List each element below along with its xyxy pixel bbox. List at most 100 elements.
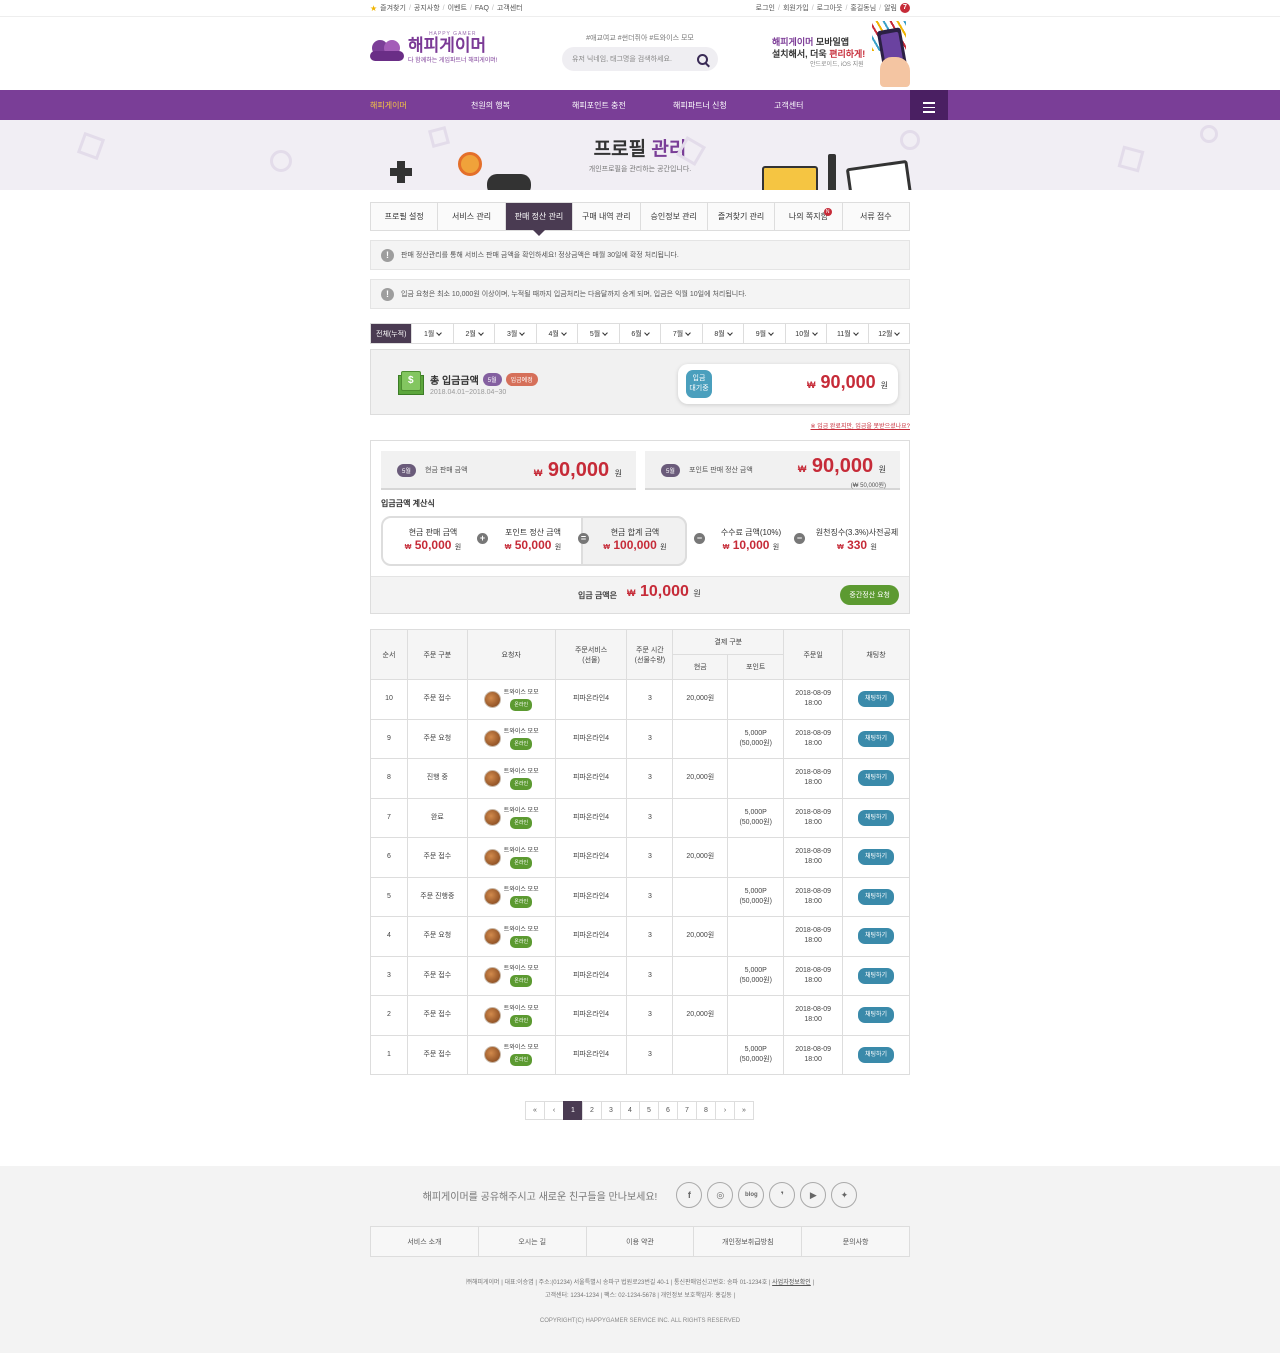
cell-requester[interactable]: 트와이스 모모 온라인 bbox=[466, 718, 556, 759]
month-8[interactable]: 8월 bbox=[703, 324, 745, 343]
month-4[interactable]: 4월 bbox=[537, 324, 579, 343]
cell-type: 진행 중 bbox=[406, 758, 468, 799]
user-name-link[interactable]: 홍길동님 bbox=[850, 3, 876, 13]
twitter-icon[interactable]: ✦ bbox=[831, 1182, 858, 1208]
month-all[interactable]: 전체(누적) bbox=[371, 324, 413, 343]
month-5[interactable]: 5월 bbox=[578, 324, 620, 343]
logo[interactable]: HAPPY GAMER 해피게이머 다 함께하는 게임파트너 해피게이머! bbox=[370, 31, 498, 64]
search-icon[interactable] bbox=[697, 53, 708, 65]
business-info-link[interactable]: 사업자정보확인 bbox=[772, 1280, 811, 1286]
youtube-icon[interactable]: ▶ bbox=[800, 1182, 827, 1208]
table-row: 10 주문 접수 트와이스 모모 온라인 피파온라인4 3 20,000원 2018-08-0… bbox=[370, 679, 910, 720]
copyright: COPYRIGHT(C) HAPPYGAMER SERVICE INC. ALL… bbox=[539, 1318, 741, 1324]
month-6[interactable]: 6월 bbox=[620, 324, 662, 343]
requester-name: 트와이스 모모 bbox=[503, 926, 539, 933]
chat-button[interactable]: 채팅하기 bbox=[857, 1046, 895, 1063]
chat-button[interactable]: 채팅하기 bbox=[857, 888, 895, 905]
prev-page-icon[interactable]: ‹ bbox=[544, 1101, 564, 1120]
alarm-link[interactable]: 알림 bbox=[884, 3, 897, 13]
chevron-down-icon bbox=[643, 329, 650, 336]
tab-purchase-history[interactable]: 구매 내역 관리 bbox=[573, 203, 641, 230]
cell-requester[interactable]: 트와이스 모모 온라인 bbox=[466, 1034, 556, 1075]
missing-deposit-link[interactable]: ※ 입금 완료지만, 입금을 못받으셨나요? bbox=[370, 421, 911, 430]
chat-button[interactable]: 채팅하기 bbox=[857, 849, 895, 866]
page-title: 프로필 관리 bbox=[593, 139, 687, 160]
last-page-icon[interactable]: » bbox=[734, 1101, 754, 1120]
interim-settlement-button[interactable]: 중간정산 요청 bbox=[840, 585, 899, 605]
cell-requester[interactable]: 트와이스 모모 온라인 bbox=[466, 995, 556, 1036]
footer-about[interactable]: 서비스 소개 bbox=[371, 1227, 479, 1256]
bookmark-link[interactable]: 즐겨찾기 bbox=[380, 3, 406, 13]
search-input[interactable]: 유저 닉네임, 태그명을 검색하세요. bbox=[562, 47, 718, 71]
chat-button[interactable]: 채팅하기 bbox=[857, 730, 895, 747]
month-12[interactable]: 12월 bbox=[869, 324, 909, 343]
month-3[interactable]: 3월 bbox=[495, 324, 537, 343]
notice-link[interactable]: 공지사항 bbox=[414, 3, 440, 13]
page-8[interactable]: 8 bbox=[696, 1101, 716, 1120]
month-1[interactable]: 1월 bbox=[412, 324, 454, 343]
page-4[interactable]: 4 bbox=[620, 1101, 640, 1120]
logout-link[interactable]: 로그아웃 bbox=[817, 3, 843, 13]
tab-my-messages[interactable]: 나의 쪽지함 N bbox=[775, 203, 843, 230]
status-pill: 입금예정 bbox=[505, 373, 538, 386]
tab-favorites[interactable]: 즐겨찾기 관리 bbox=[708, 203, 776, 230]
mobile-app-banner[interactable]: 해피게이머 모바일앱 설치해서, 더욱 편리하게! 안드로이드, iOS 지원 bbox=[770, 21, 910, 89]
chat-button[interactable]: 채팅하기 bbox=[857, 770, 895, 787]
kakao-icon[interactable]: ❜ bbox=[769, 1182, 796, 1208]
month-9[interactable]: 9월 bbox=[744, 324, 786, 343]
tab-service-manage[interactable]: 서비스 관리 bbox=[438, 203, 506, 230]
month-2[interactable]: 2월 bbox=[454, 324, 496, 343]
table-row: 5 주문 진행중 트와이스 모모 온라인 피파온라인4 3 5,000P (50,000원) 2… bbox=[370, 876, 910, 917]
page-5[interactable]: 5 bbox=[639, 1101, 659, 1120]
nav-partner-apply[interactable]: 해피파트너 신청 bbox=[673, 100, 774, 111]
chat-button[interactable]: 채팅하기 bbox=[857, 809, 895, 826]
cell-requester[interactable]: 트와이스 모모 온라인 bbox=[466, 837, 556, 878]
blog-icon[interactable]: blog bbox=[738, 1182, 765, 1208]
next-page-icon[interactable]: › bbox=[715, 1101, 735, 1120]
first-page-icon[interactable]: « bbox=[525, 1101, 545, 1120]
online-badge: 온라인 bbox=[510, 817, 533, 830]
footer-terms[interactable]: 이용 약관 bbox=[587, 1227, 695, 1256]
tab-sales-settlement[interactable]: 판매 정산 관리 bbox=[505, 203, 574, 236]
cell-requester[interactable]: 트와이스 모모 온라인 bbox=[466, 758, 556, 799]
page-1[interactable]: 1 bbox=[563, 1101, 583, 1120]
signup-link[interactable]: 회원가입 bbox=[783, 3, 809, 13]
nav-point-charge[interactable]: 해피포인트 충전 bbox=[572, 100, 673, 111]
page-banner: 프로필 관리 개인프로필을 관리하는 공간입니다. bbox=[0, 120, 1280, 190]
chat-button[interactable]: 채팅하기 bbox=[857, 1007, 895, 1024]
footer-directions[interactable]: 오시는 길 bbox=[479, 1227, 587, 1256]
tab-approval-info[interactable]: 승인정보 관리 bbox=[641, 203, 708, 230]
event-link[interactable]: 이벤트 bbox=[448, 3, 467, 13]
page-3[interactable]: 3 bbox=[601, 1101, 621, 1120]
cell-point bbox=[727, 679, 785, 720]
cell-requester[interactable]: 트와이스 모모 온라인 bbox=[466, 797, 556, 838]
nav-support[interactable]: 고객센터 bbox=[774, 100, 875, 111]
instagram-icon[interactable]: ◎ bbox=[707, 1182, 734, 1208]
support-link[interactable]: 고객센터 bbox=[497, 3, 523, 13]
faq-link[interactable]: FAQ bbox=[475, 5, 489, 12]
month-11[interactable]: 11월 bbox=[827, 324, 869, 343]
cell-requester[interactable]: 트와이스 모모 온라인 bbox=[466, 876, 556, 917]
tab-documents[interactable]: 서류 접수 bbox=[843, 203, 909, 230]
footer-inquiry[interactable]: 문의사항 bbox=[802, 1227, 909, 1256]
tab-profile-settings[interactable]: 프로필 설정 bbox=[371, 203, 439, 230]
cell-requester[interactable]: 트와이스 모모 온라인 bbox=[466, 679, 556, 720]
month-7[interactable]: 7월 bbox=[661, 324, 703, 343]
cell-requester[interactable]: 트와이스 모모 온라인 bbox=[466, 916, 556, 957]
nav-happygamer[interactable]: 해피게이머 bbox=[370, 100, 471, 111]
page-7[interactable]: 7 bbox=[677, 1101, 697, 1120]
page-6[interactable]: 6 bbox=[658, 1101, 678, 1120]
nav-thousand-won[interactable]: 천원의 행복 bbox=[471, 100, 572, 111]
facebook-icon[interactable]: f bbox=[676, 1182, 703, 1208]
chat-button[interactable]: 채팅하기 bbox=[857, 967, 895, 984]
alarm-count-badge[interactable]: 7 bbox=[900, 3, 910, 13]
chat-button[interactable]: 채팅하기 bbox=[857, 691, 895, 708]
search-tags[interactable]: #애교여교 #썬더쥐아 #트와이스 모모 bbox=[562, 33, 718, 43]
page-2[interactable]: 2 bbox=[582, 1101, 602, 1120]
footer-privacy[interactable]: 개인정보취급방침 bbox=[694, 1227, 803, 1256]
month-10[interactable]: 10월 bbox=[786, 324, 828, 343]
cell-chat: 채팅하기 bbox=[842, 916, 910, 957]
login-link[interactable]: 로그인 bbox=[756, 3, 775, 13]
cell-requester[interactable]: 트와이스 모모 온라인 bbox=[466, 955, 556, 996]
chat-button[interactable]: 채팅하기 bbox=[857, 928, 895, 945]
